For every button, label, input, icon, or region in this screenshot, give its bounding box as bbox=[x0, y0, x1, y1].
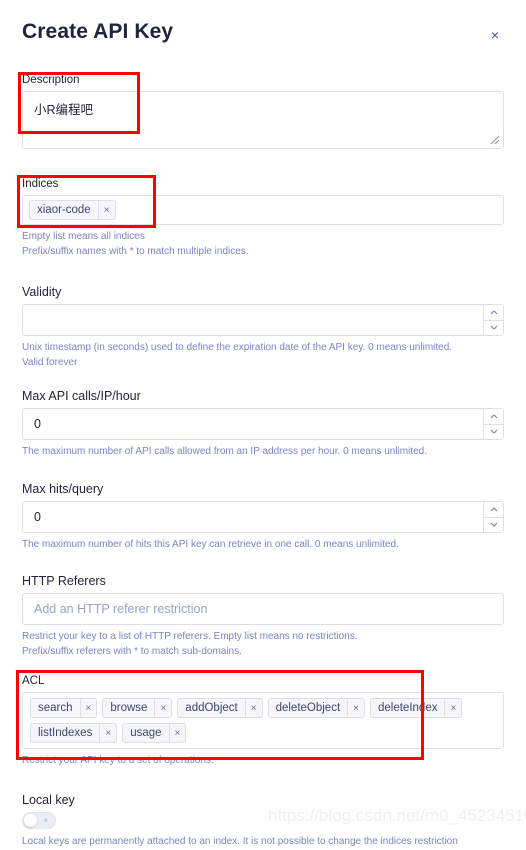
remove-tag-icon[interactable]: × bbox=[79, 699, 97, 717]
http-referers-helper: Restrict your key to a list of HTTP refe… bbox=[22, 630, 504, 659]
description-label: Description bbox=[22, 74, 80, 86]
acl-tag-label: usage bbox=[130, 727, 162, 739]
validity-stepper[interactable] bbox=[22, 304, 504, 336]
http-referers-helper-line-1: Restrict your key to a list of HTTP refe… bbox=[22, 631, 358, 642]
indices-helper-line-1: Empty list means all indices bbox=[22, 231, 145, 242]
local-key-toggle[interactable]: × bbox=[22, 812, 56, 829]
http-referers-helper-line-2: Prefix/suffix referers with * to match s… bbox=[22, 645, 242, 657]
acl-tag[interactable]: deleteIndex × bbox=[370, 698, 463, 718]
http-referers-label: HTTP Referers bbox=[22, 574, 106, 588]
max-api-calls-stepper[interactable] bbox=[22, 408, 504, 440]
remove-tag-icon[interactable]: × bbox=[244, 699, 262, 717]
acl-tag-label: deleteObject bbox=[275, 702, 341, 714]
acl-input[interactable]: search × browse × addObject × deleteObje… bbox=[22, 692, 504, 749]
indices-field-group: Indices xiaor-code × Empty list means al… bbox=[22, 178, 504, 259]
max-hits-label: Max hits/query bbox=[22, 482, 104, 496]
remove-tag-icon[interactable]: × bbox=[168, 724, 186, 742]
spinner-down-icon[interactable] bbox=[484, 423, 503, 439]
validity-field-group: Validity Unix timestamp (in seconds) use… bbox=[22, 285, 504, 370]
acl-tag[interactable]: addObject × bbox=[177, 698, 263, 718]
dialog-header: Create API Key × bbox=[22, 0, 504, 58]
max-api-calls-spinner[interactable] bbox=[483, 409, 503, 439]
http-referers-placeholder: Add an HTTP referer restriction bbox=[34, 602, 208, 616]
indices-input[interactable]: xiaor-code × bbox=[22, 195, 504, 225]
spinner-up-icon[interactable] bbox=[484, 502, 503, 517]
indices-label: Indices bbox=[22, 178, 59, 190]
close-icon[interactable]: × bbox=[486, 26, 504, 44]
watermark: https://blog.csdn.net/m0_45234510 bbox=[268, 806, 526, 825]
page-title: Create API Key bbox=[22, 20, 174, 43]
acl-tag[interactable]: deleteObject × bbox=[267, 698, 365, 718]
description-input[interactable]: 小R编程吧 bbox=[22, 91, 504, 149]
max-hits-helper-line-1: The maximum number of hits this API key … bbox=[22, 539, 399, 550]
validity-input[interactable] bbox=[23, 305, 483, 335]
max-hits-spinner[interactable] bbox=[483, 502, 503, 532]
acl-tag[interactable]: listIndexes × bbox=[30, 723, 118, 743]
acl-tag[interactable]: browse × bbox=[102, 698, 173, 718]
indices-tag-label: xiaor-code bbox=[37, 204, 91, 216]
validity-helper-line-2: Valid forever bbox=[22, 356, 78, 368]
max-api-calls-field-group: Max API calls/IP/hour The maximum number… bbox=[22, 389, 504, 460]
max-hits-field-group: Max hits/query The maximum number of hit… bbox=[22, 482, 504, 553]
max-hits-helper: The maximum number of hits this API key … bbox=[22, 538, 504, 553]
validity-label: Validity bbox=[22, 285, 62, 299]
validity-helper: Unix timestamp (in seconds) used to defi… bbox=[22, 341, 504, 370]
acl-tag-label: search bbox=[38, 702, 73, 714]
create-api-key-dialog: Create API Key × Description 小R编程吧 Indic… bbox=[0, 0, 526, 847]
local-key-label: Local key bbox=[22, 793, 75, 807]
remove-tag-icon[interactable]: × bbox=[97, 201, 115, 219]
max-hits-stepper[interactable] bbox=[22, 501, 504, 533]
validity-helper-line-1: Unix timestamp (in seconds) used to defi… bbox=[22, 342, 453, 353]
http-referers-field-group: HTTP Referers Add an HTTP referer restri… bbox=[22, 574, 504, 659]
acl-tag-label: browse bbox=[110, 702, 148, 714]
remove-tag-icon[interactable]: × bbox=[347, 699, 364, 717]
indices-helper: Empty list means all indices Prefix/suff… bbox=[22, 230, 504, 259]
acl-helper-line-1: Restrict your API key to a set of operat… bbox=[22, 755, 214, 766]
spinner-down-icon[interactable] bbox=[484, 319, 503, 335]
toggle-off-icon: × bbox=[43, 815, 48, 825]
max-api-calls-input[interactable] bbox=[23, 409, 483, 439]
max-api-calls-helper-line-1: The maximum number of API calls allowed … bbox=[22, 446, 428, 457]
remove-tag-icon[interactable]: × bbox=[99, 724, 116, 742]
spinner-down-icon[interactable] bbox=[484, 516, 503, 532]
acl-label: ACL bbox=[22, 675, 45, 687]
acl-tag-label: addObject bbox=[185, 702, 238, 714]
acl-helper: Restrict your API key to a set of operat… bbox=[22, 754, 504, 769]
indices-tag[interactable]: xiaor-code × bbox=[29, 200, 116, 220]
validity-spinner[interactable] bbox=[483, 305, 503, 335]
max-hits-input[interactable] bbox=[23, 502, 483, 532]
description-field-group: Description 小R编程吧 bbox=[22, 74, 504, 149]
indices-helper-line-2: Prefix/suffix names with * to match mult… bbox=[22, 245, 249, 257]
local-key-helper: Local keys are permanently attached to a… bbox=[22, 835, 504, 850]
max-api-calls-helper: The maximum number of API calls allowed … bbox=[22, 445, 504, 460]
acl-tag-label: deleteIndex bbox=[378, 702, 438, 714]
acl-tag-label: listIndexes bbox=[38, 727, 93, 739]
remove-tag-icon[interactable]: × bbox=[154, 699, 171, 717]
max-api-calls-label: Max API calls/IP/hour bbox=[22, 389, 141, 403]
remove-tag-icon[interactable]: × bbox=[444, 699, 461, 717]
toggle-knob bbox=[24, 814, 37, 827]
local-key-helper-line-1: Local keys are permanently attached to a… bbox=[22, 836, 458, 847]
acl-field-group: ACL search × browse × addObject × delete… bbox=[22, 675, 504, 769]
acl-tag[interactable]: search × bbox=[30, 698, 98, 718]
spinner-up-icon[interactable] bbox=[484, 305, 503, 320]
spinner-up-icon[interactable] bbox=[484, 409, 503, 424]
acl-tag[interactable]: usage × bbox=[122, 723, 187, 743]
http-referers-input[interactable]: Add an HTTP referer restriction bbox=[22, 593, 504, 625]
